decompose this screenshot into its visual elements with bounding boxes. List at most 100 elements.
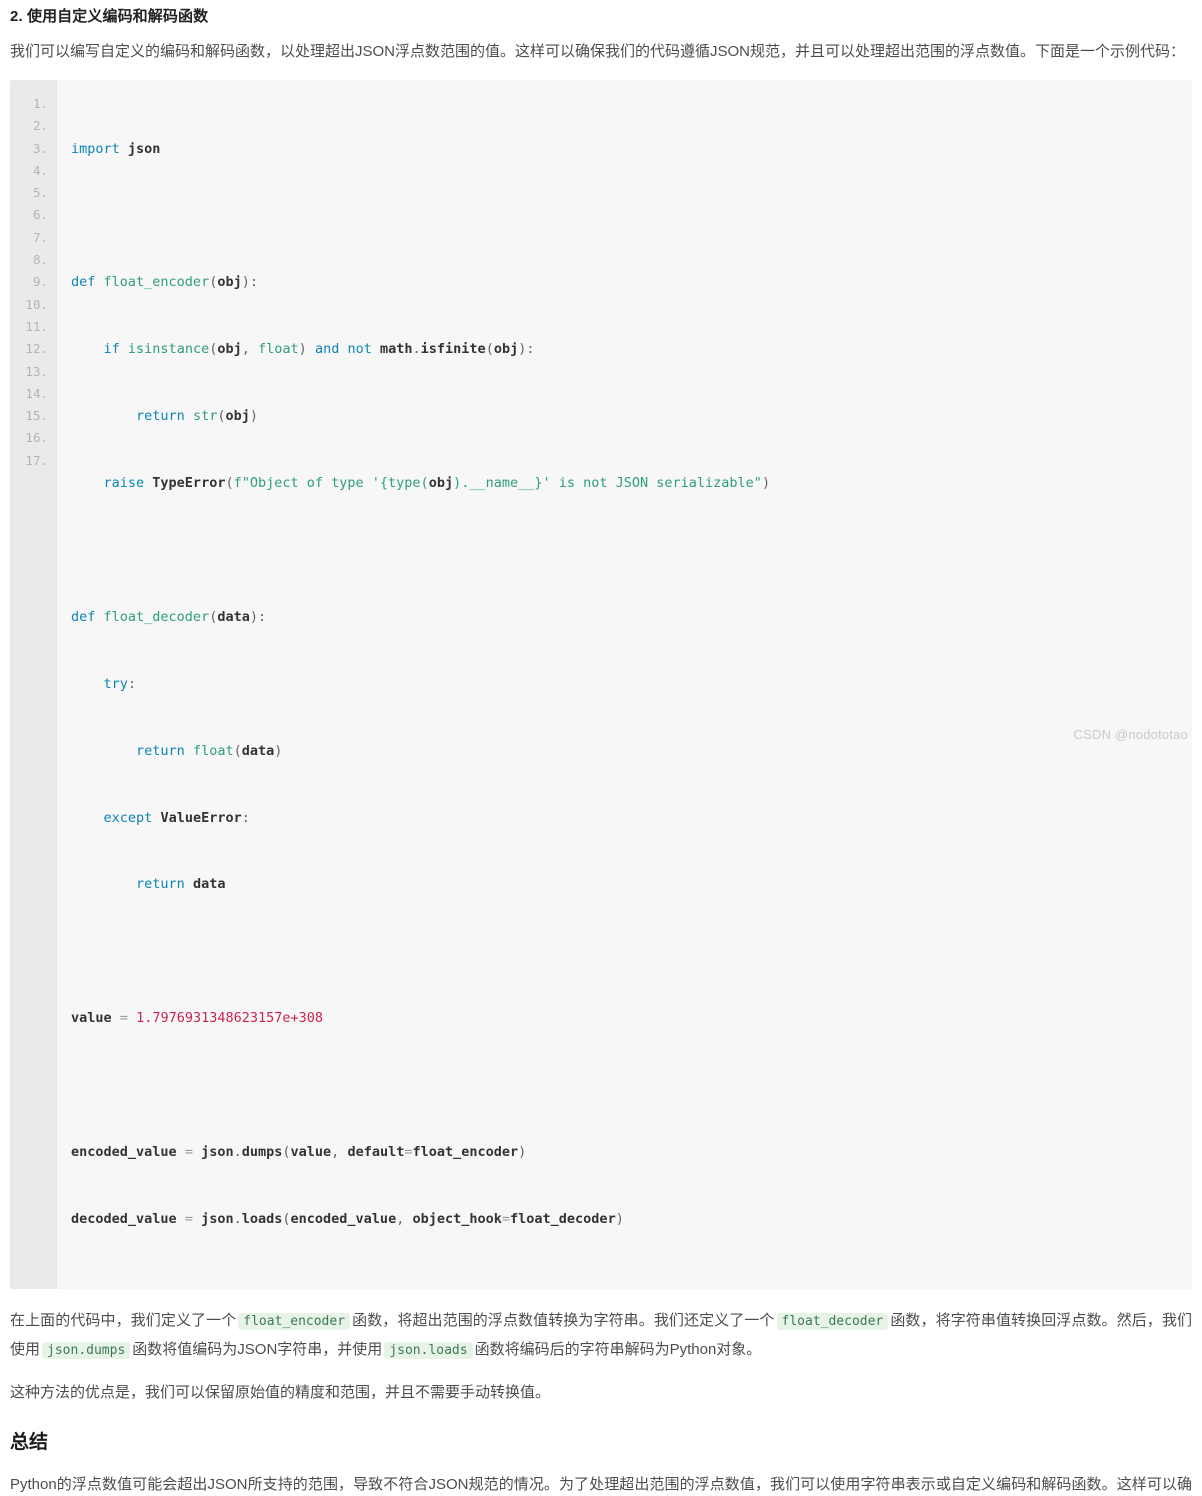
explanation-text-1: 在上面的代码中，我们定义了一个 — [10, 1311, 237, 1329]
token-operator: = — [119, 1010, 128, 1027]
token-keyword: if — [103, 341, 120, 358]
token-param: obj — [217, 341, 242, 358]
token-keyword: def — [71, 274, 96, 291]
code-line: raise TypeError(f"Object of type '{type(… — [71, 472, 1192, 494]
token-punct: , — [331, 1143, 340, 1160]
token-keyword: import — [71, 140, 120, 157]
token-punct: ( — [282, 1210, 291, 1227]
line-number: 5. — [32, 185, 48, 201]
token-keyword: raise — [103, 475, 145, 492]
token-builtin: float — [258, 341, 299, 358]
token-string: ).__name__}' is not JSON serializable" — [453, 475, 762, 492]
token-param: obj — [493, 341, 519, 358]
token-builtin: str — [192, 408, 218, 425]
token-operator: = — [184, 1143, 193, 1160]
token-operator: = — [501, 1210, 511, 1227]
token-punct: ) — [249, 408, 259, 425]
inline-code-json-loads: json.loads — [384, 1341, 473, 1359]
explanation-paragraph: 在上面的代码中，我们定义了一个 float_encoder 函数，将超出范围的浮点数… — [10, 1307, 1192, 1365]
explanation-text-4: 函数将值编码为JSON字符串，并使用 — [132, 1340, 383, 1358]
inline-code-float-decoder: float_decoder — [776, 1312, 889, 1330]
token-keyword: return — [136, 742, 185, 759]
code-block[interactable]: 1. 2. 3. 4. 5. 6. 7. 8. 9. 10. 11. 12. 1… — [10, 80, 1192, 1289]
line-number: 9. — [32, 274, 48, 290]
token-punct: ) — [274, 742, 283, 759]
token-builtin: float — [192, 742, 234, 759]
line-number: 11. — [25, 318, 48, 334]
token-param: data — [241, 742, 275, 759]
token-punct: ): — [249, 608, 267, 625]
line-number: 2. — [32, 118, 48, 134]
explanation-text-2: 函数，将超出范围的浮点数值转换为字符串。我们还定义了一个 — [352, 1311, 775, 1329]
code-line-numbers: 1. 2. 3. 4. 5. 6. 7. 8. 9. 10. 11. 12. 1… — [10, 80, 57, 1289]
code-content[interactable]: import json def float_encoder(obj): if i… — [57, 80, 1192, 1289]
explanation-text-5: 函数将编码后的字符串解码为Python对象。 — [474, 1340, 762, 1358]
token-operator: = — [184, 1210, 193, 1227]
code-line: def float_decoder(data): — [71, 606, 1192, 628]
token-module: json — [127, 140, 161, 157]
token-keyword: return — [136, 876, 185, 893]
token-param: data — [192, 876, 226, 893]
code-line: decoded_value = json.loads(encoded_value… — [71, 1208, 1192, 1230]
token-param: obj — [225, 408, 250, 425]
token-punct: . — [233, 1210, 242, 1227]
code-line: def float_encoder(obj): — [71, 271, 1192, 293]
line-number: 12. — [25, 341, 48, 357]
token-param: data — [217, 608, 250, 625]
code-line: import json — [71, 138, 1192, 160]
token-punct: , — [241, 341, 250, 358]
token-punct: ( — [485, 341, 494, 358]
token-keyword: return — [136, 408, 185, 425]
token-variable: float_decoder — [510, 1210, 616, 1227]
token-punct: ( — [225, 475, 234, 492]
code-line: value = 1.7976931348623157e+308 — [71, 1007, 1192, 1029]
token-module: json — [201, 1143, 234, 1160]
token-punct: , — [396, 1210, 405, 1227]
line-number: 4. — [32, 162, 48, 178]
token-number: 1.7976931348623157e+308 — [136, 1010, 323, 1027]
code-line: return data — [71, 873, 1192, 895]
token-builtin: isinstance — [127, 341, 210, 358]
code-line: return str(obj) — [71, 405, 1192, 427]
token-exception: TypeError — [152, 475, 226, 492]
token-attr: loads — [241, 1210, 283, 1227]
token-keyword: def — [71, 608, 96, 625]
token-punct: ): — [241, 274, 258, 291]
token-param: obj — [428, 475, 454, 492]
line-number: 14. — [25, 385, 48, 401]
intro-paragraph: 我们可以编写自定义的编码和解码函数，以处理超出JSON浮点数范围的值。这样可以确… — [10, 43, 1186, 60]
line-number: 8. — [32, 252, 48, 268]
token-variable: value — [290, 1143, 332, 1160]
line-number: 10. — [25, 296, 48, 312]
token-punct: ) — [615, 1210, 624, 1227]
code-line: return float(data) — [71, 740, 1192, 762]
section-heading-summary: 总结 — [10, 1431, 49, 1453]
token-keyword: not — [347, 341, 372, 358]
token-kwarg: object_hook — [412, 1210, 502, 1227]
token-variable: float_encoder — [412, 1143, 519, 1160]
token-function: float_decoder — [103, 608, 210, 625]
token-punct: ) — [761, 475, 771, 492]
line-number: 15. — [25, 408, 48, 424]
line-number: 1. — [32, 96, 48, 111]
token-string: type — [388, 475, 421, 492]
token-keyword: and — [314, 341, 340, 358]
line-number: 7. — [32, 229, 48, 245]
token-variable: decoded_value — [71, 1210, 177, 1227]
line-number: 13. — [25, 363, 48, 379]
token-exception: ValueError — [160, 809, 242, 826]
token-punct: ) — [518, 1143, 527, 1160]
token-punct: ( — [282, 1143, 291, 1160]
token-operator: = — [404, 1143, 413, 1160]
token-module: math — [380, 341, 413, 358]
token-punct: . — [412, 341, 421, 358]
